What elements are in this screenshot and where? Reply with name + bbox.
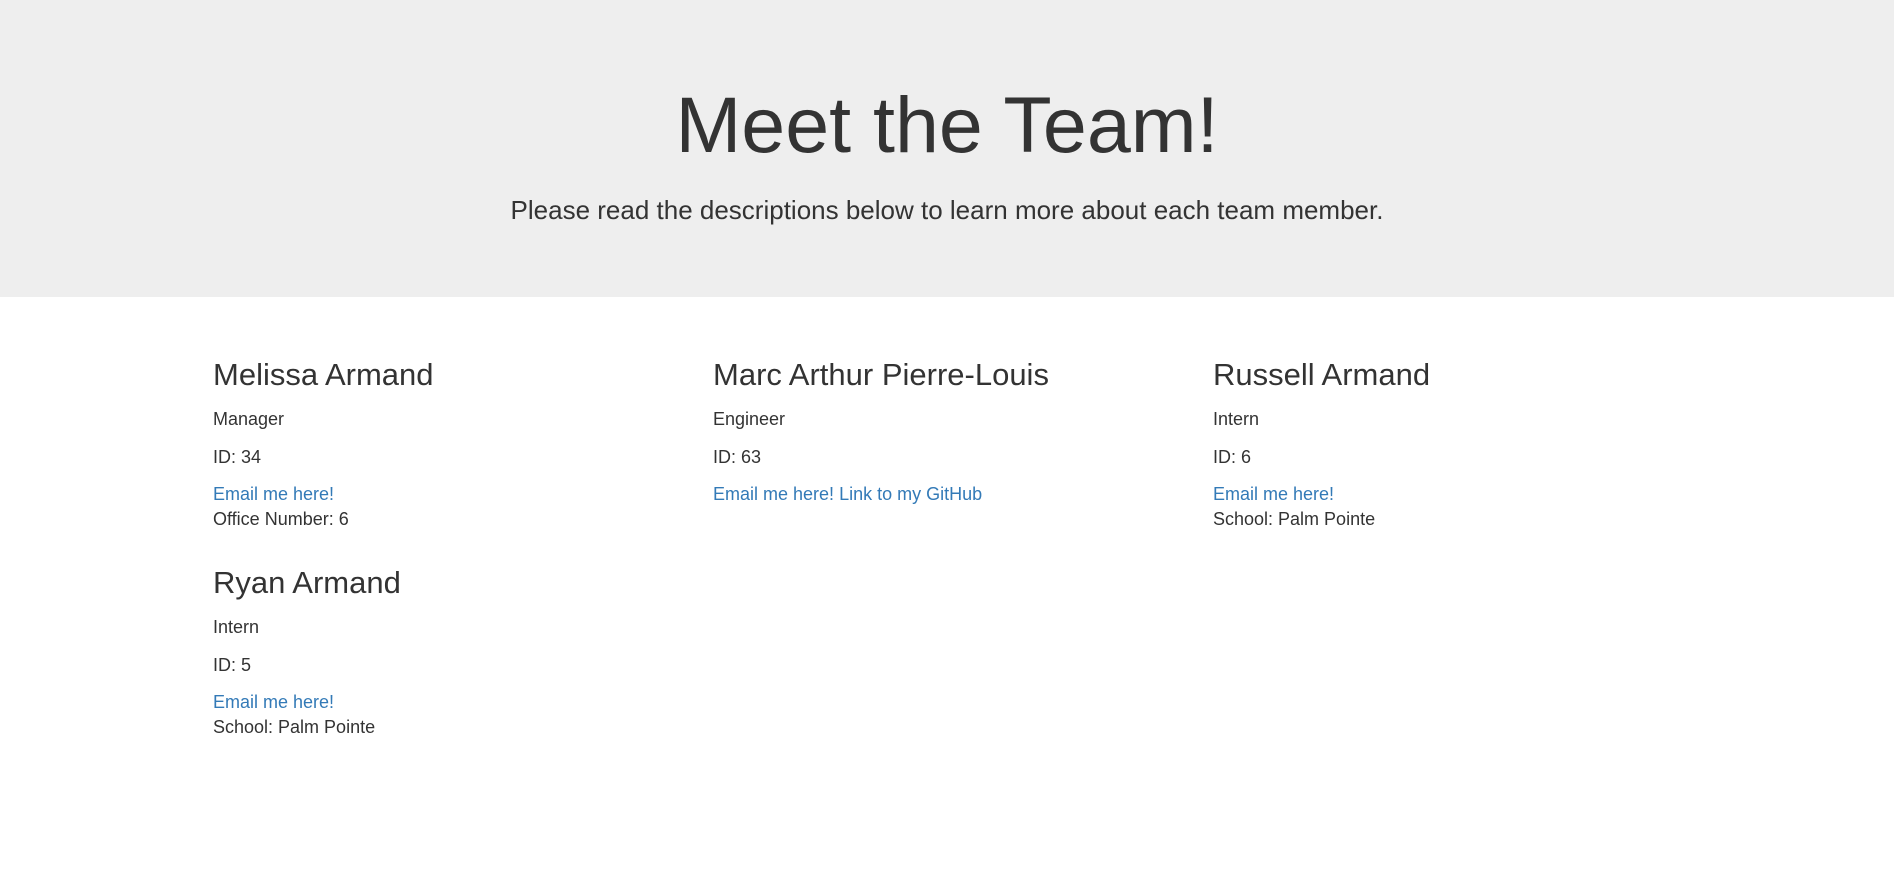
member-role: Manager (213, 409, 285, 429)
email-link[interactable]: Email me here! (1213, 484, 1334, 504)
member-card-manager: Melissa Armand Manager ID: 34 Email me h… (213, 357, 713, 565)
member-id: ID: 63 (713, 447, 762, 467)
member-role: Intern (1213, 409, 1260, 429)
email-link[interactable]: Email me here! (213, 692, 334, 712)
member-contact: Email me here! (1213, 482, 1713, 506)
member-name: Ryan Armand (213, 565, 401, 600)
member-name: Melissa Armand (213, 357, 434, 392)
team-grid: Melissa Armand Manager ID: 34 Email me h… (213, 297, 1713, 773)
member-office-number: Office Number: 6 (213, 509, 349, 529)
member-id: ID: 5 (213, 655, 252, 675)
email-link[interactable]: Email me here! (713, 484, 834, 504)
member-name: Marc Arthur Pierre-Louis (713, 357, 1049, 392)
member-contact: Email me here! (213, 690, 713, 714)
hero-banner: Meet the Team! Please read the descripti… (0, 0, 1894, 297)
member-card-intern: Russell Armand Intern ID: 6 Email me her… (1213, 357, 1713, 565)
github-link[interactable]: Link to my GitHub (839, 484, 982, 504)
member-id: ID: 34 (213, 447, 262, 467)
member-card-engineer: Marc Arthur Pierre-Louis Engineer ID: 63… (713, 357, 1213, 565)
page-subtitle: Please read the descriptions below to le… (510, 195, 1384, 225)
member-card-intern: Ryan Armand Intern ID: 5 Email me here! … (213, 565, 713, 773)
member-name: Russell Armand (1213, 357, 1431, 392)
member-role: Intern (213, 617, 260, 637)
member-school: School: Palm Pointe (213, 717, 376, 737)
member-school: School: Palm Pointe (1213, 509, 1376, 529)
member-id: ID: 6 (1213, 447, 1252, 467)
member-contact: Email me here! Link to my GitHub (713, 482, 1213, 506)
page-title: Meet the Team! (675, 80, 1219, 169)
email-link[interactable]: Email me here! (213, 484, 334, 504)
member-contact: Email me here! (213, 482, 713, 506)
member-role: Engineer (713, 409, 786, 429)
